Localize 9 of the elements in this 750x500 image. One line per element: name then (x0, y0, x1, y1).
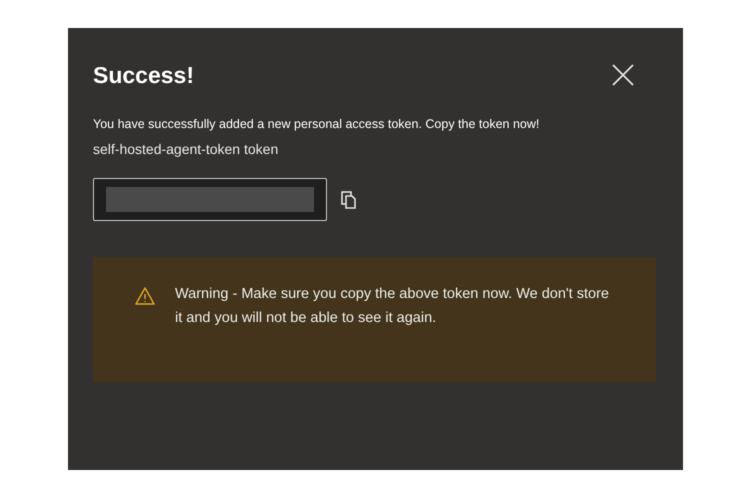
warning-text: Warning - Make sure you copy the above token now. We don't store it and you will not be able to see it again. (175, 285, 610, 328)
dialog-title: Success! (93, 61, 194, 90)
success-message: You have successfully added a new personal access token. Copy the token now! (93, 116, 540, 133)
token-field[interactable] (93, 178, 327, 222)
copy-icon (341, 190, 357, 209)
token-name: self-hosted-agent-token token (93, 140, 280, 160)
warning-icon (135, 287, 155, 306)
close-icon (612, 64, 634, 86)
copy-button[interactable] (339, 188, 359, 211)
